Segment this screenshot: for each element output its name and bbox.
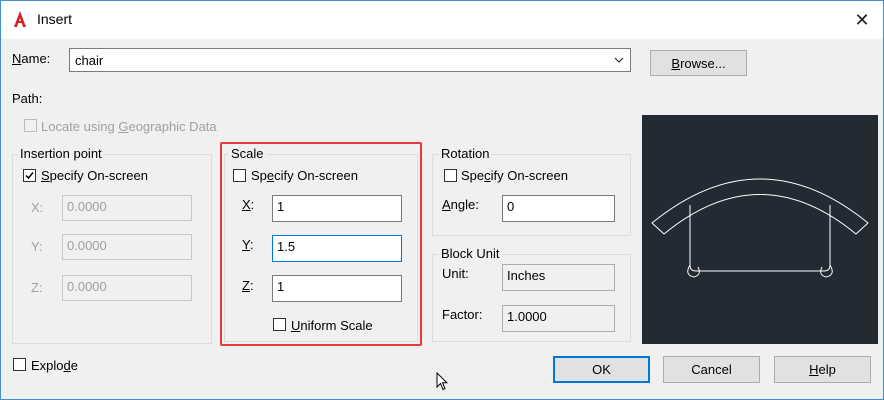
autocad-icon [14,11,26,27]
name-combobox[interactable]: chair [69,48,631,72]
insert-dialog: Insert ✕ Name: chair Browse... Path: Loc… [0,0,884,400]
angle-label: Angle: [442,197,479,212]
unit-label: Unit: [442,266,469,281]
block-preview [642,115,878,344]
close-icon[interactable]: ✕ [849,7,875,33]
insertion-specify-label: Specify On-screen [41,168,148,183]
help-button[interactable]: Help [774,356,871,383]
rotation-title: Rotation [439,146,492,161]
factor-label: Factor: [442,307,483,322]
name-label-rest: ame: [21,51,51,66]
insertion-point-title: Insertion point [18,146,104,161]
geo-checkbox[interactable] [24,119,37,132]
browse-button[interactable]: Browse... [650,50,747,76]
rotation-specify-checkbox[interactable] [444,169,457,182]
name-label: Name: [12,51,51,66]
rotation-specify-label: Specify On-screen [461,168,568,183]
path-label: Path: [12,91,43,106]
help-label-rest: elp [818,362,836,377]
explode-label: Explode [31,358,78,373]
checkmark-icon [25,172,34,180]
cancel-button[interactable]: Cancel [663,356,760,383]
chair-preview-icon [651,178,869,278]
geo-label: Locate using Geographic Data [41,119,217,134]
ok-button[interactable]: OK [553,356,650,383]
title-bar: Insert ✕ [1,1,883,39]
factor-field: 1.0000 [502,305,615,332]
scale-highlight-box [220,142,422,346]
insertion-x-field[interactable]: 0.0000 [62,195,192,221]
chevron-down-icon[interactable] [614,55,624,65]
insertion-z-label: Z: [31,280,43,295]
explode-checkbox[interactable] [13,358,26,371]
insertion-x-label: X: [31,200,44,215]
unit-field: Inches [502,264,615,291]
insertion-y-field[interactable]: 0.0000 [62,234,192,260]
angle-field[interactable]: 0 [502,195,615,222]
block-unit-title: Block Unit [439,246,502,261]
browse-label-rest: rowse... [680,56,726,71]
insertion-y-label: Y: [31,239,43,254]
name-value: chair [75,53,104,68]
insertion-z-field[interactable]: 0.0000 [62,275,192,301]
insertion-specify-checkbox[interactable] [23,169,36,182]
window-title: Insert [37,11,73,27]
mouse-cursor-icon [436,372,448,391]
